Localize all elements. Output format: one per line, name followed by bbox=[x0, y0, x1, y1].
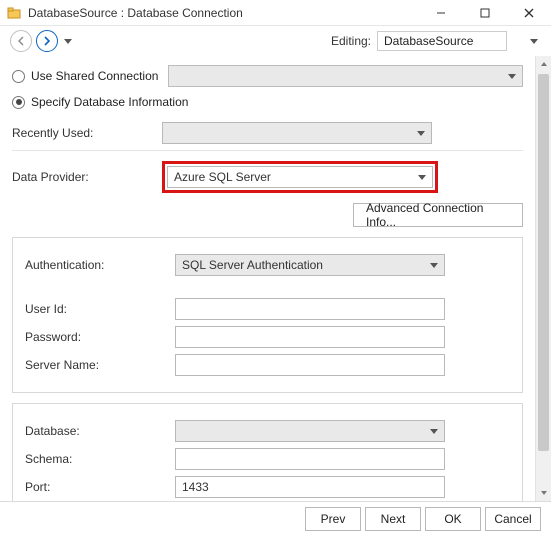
nav-toolbar: Editing: DatabaseSource bbox=[0, 26, 551, 56]
schema-input[interactable] bbox=[175, 448, 445, 470]
dialog-footer: Prev Next OK Cancel bbox=[0, 501, 551, 535]
data-provider-value: Azure SQL Server bbox=[174, 170, 271, 184]
next-button[interactable]: Next bbox=[365, 507, 421, 531]
authentication-section: Authentication: SQL Server Authenticatio… bbox=[12, 237, 523, 393]
chevron-down-icon bbox=[430, 263, 438, 268]
database-select[interactable] bbox=[175, 420, 445, 442]
server-name-input[interactable] bbox=[175, 354, 445, 376]
folder-icon bbox=[6, 5, 22, 21]
password-input[interactable] bbox=[175, 326, 445, 348]
scroll-down-arrow[interactable] bbox=[536, 485, 551, 501]
authentication-value: SQL Server Authentication bbox=[182, 258, 323, 272]
prev-button[interactable]: Prev bbox=[305, 507, 361, 531]
cancel-button[interactable]: Cancel bbox=[485, 507, 541, 531]
nav-history-dropdown[interactable] bbox=[62, 39, 74, 44]
dialog-content: Use Shared Connection Specify Database I… bbox=[0, 56, 535, 501]
advanced-connection-info-label: Advanced Connection Info... bbox=[366, 201, 510, 229]
database-label: Database: bbox=[25, 424, 175, 438]
shared-connection-select[interactable] bbox=[168, 65, 523, 87]
chevron-down-icon bbox=[430, 429, 438, 434]
port-input[interactable]: 1433 bbox=[175, 476, 445, 498]
titlebar: DatabaseSource : Database Connection bbox=[0, 0, 551, 26]
vertical-scrollbar[interactable] bbox=[535, 56, 551, 501]
specify-database-info-radio[interactable] bbox=[12, 96, 25, 109]
schema-label: Schema: bbox=[25, 452, 175, 466]
editing-value: DatabaseSource bbox=[384, 34, 473, 48]
scroll-thumb[interactable] bbox=[538, 74, 549, 451]
forward-button[interactable] bbox=[36, 30, 58, 52]
recently-used-label: Recently Used: bbox=[12, 126, 162, 140]
divider bbox=[12, 150, 523, 151]
back-button[interactable] bbox=[10, 30, 32, 52]
user-id-input[interactable] bbox=[175, 298, 445, 320]
user-id-label: User Id: bbox=[25, 302, 175, 316]
editing-dropdown-caret[interactable] bbox=[527, 39, 541, 44]
database-section: Database: Schema: Port: 1433 Test Connec… bbox=[12, 403, 523, 501]
chevron-down-icon bbox=[508, 74, 516, 79]
minimize-button[interactable] bbox=[419, 0, 463, 25]
specify-database-info-label: Specify Database Information bbox=[31, 95, 188, 109]
scroll-up-arrow[interactable] bbox=[536, 56, 551, 72]
server-name-label: Server Name: bbox=[25, 358, 175, 372]
authentication-label: Authentication: bbox=[25, 258, 175, 272]
data-provider-select[interactable]: Azure SQL Server bbox=[167, 166, 433, 188]
data-provider-label: Data Provider: bbox=[12, 170, 162, 184]
authentication-select[interactable]: SQL Server Authentication bbox=[175, 254, 445, 276]
maximize-button[interactable] bbox=[463, 0, 507, 25]
chevron-down-icon bbox=[418, 175, 426, 180]
data-provider-highlight: Azure SQL Server bbox=[162, 161, 438, 193]
editing-select[interactable]: DatabaseSource bbox=[377, 31, 507, 51]
editing-label: Editing: bbox=[331, 34, 371, 48]
recently-used-select[interactable] bbox=[162, 122, 432, 144]
password-label: Password: bbox=[25, 330, 175, 344]
chevron-down-icon bbox=[417, 131, 425, 136]
use-shared-connection-radio[interactable] bbox=[12, 70, 25, 83]
close-button[interactable] bbox=[507, 0, 551, 25]
port-label: Port: bbox=[25, 480, 175, 494]
ok-button[interactable]: OK bbox=[425, 507, 481, 531]
window-title: DatabaseSource : Database Connection bbox=[28, 6, 419, 20]
use-shared-connection-label: Use Shared Connection bbox=[31, 69, 158, 83]
advanced-connection-info-button[interactable]: Advanced Connection Info... bbox=[353, 203, 523, 227]
